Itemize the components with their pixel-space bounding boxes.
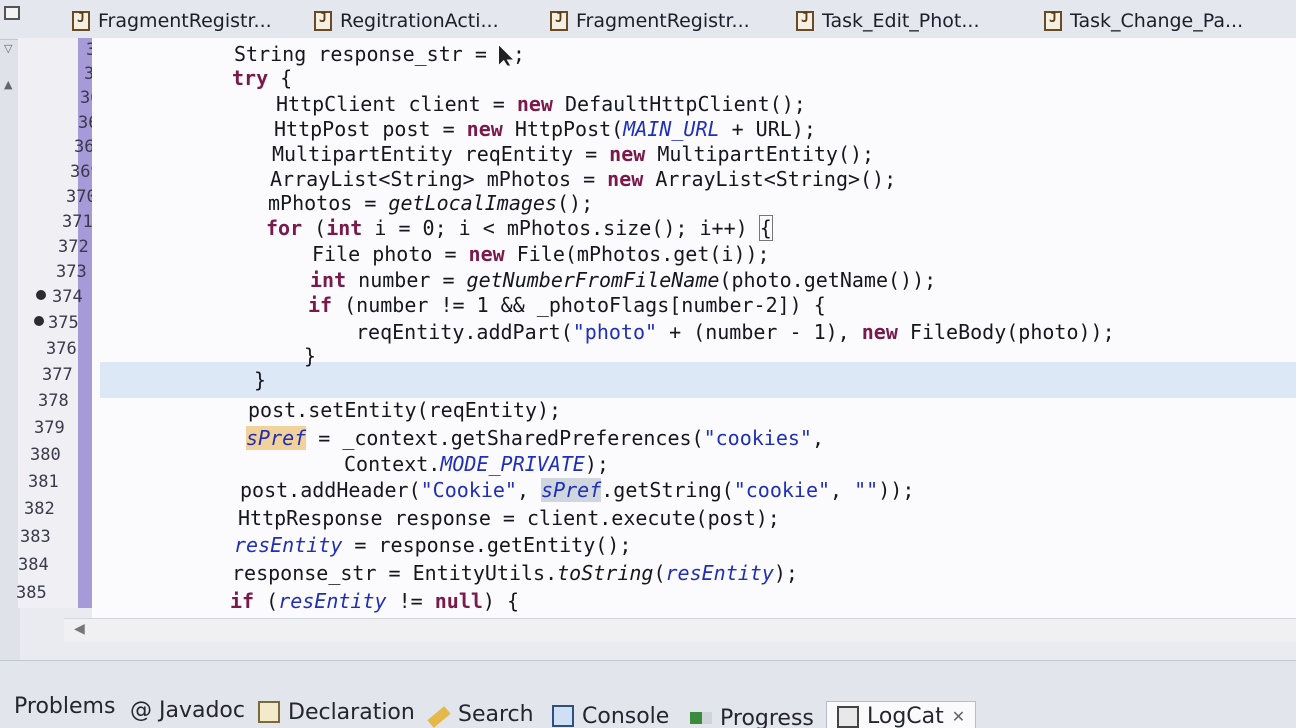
line-number: 374 xyxy=(52,287,83,307)
console-icon xyxy=(552,705,574,727)
line-number: 372 xyxy=(58,237,89,257)
line-number: 376 xyxy=(46,339,77,359)
code-line-368[interactable]: MultipartEntity reqEntity = new Multipar… xyxy=(272,142,874,166)
code-line-371[interactable]: for (int i = 0; i < mPhotos.size(); i++)… xyxy=(266,215,773,241)
code-line-364[interactable]: String response_str = ; xyxy=(234,42,525,66)
tab-task-edit-phot[interactable]: Task_Edit_Phot... xyxy=(796,8,980,34)
line-number: 385 xyxy=(16,583,47,603)
tab-declaration[interactable]: Declaration xyxy=(258,695,415,728)
tab-fragment-registr-1[interactable]: FragmentRegistr... xyxy=(72,8,272,34)
occurrence-highlight: sPref xyxy=(541,478,602,502)
line-number: 379 xyxy=(34,418,65,438)
mouse-cursor-icon xyxy=(498,45,513,66)
line-number: 373 xyxy=(56,262,87,282)
tab-label: Problems xyxy=(14,693,116,719)
restore-icon[interactable] xyxy=(4,6,20,20)
tab-label: Search xyxy=(458,701,534,727)
code-line-373[interactable]: int number = getNumberFromFileName(photo… xyxy=(310,268,936,292)
code-line-375[interactable]: reqEntity.addPart("photo" + (number - 1)… xyxy=(356,320,1115,344)
close-icon[interactable]: ✕ xyxy=(952,707,965,726)
tab-label: Task_Edit_Phot... xyxy=(822,10,980,32)
tab-problems[interactable]: Problems xyxy=(2,689,115,723)
collapse-icon[interactable]: ▽ xyxy=(4,42,12,55)
declaration-icon xyxy=(258,701,280,723)
code-line-385[interactable]: if (resEntity != null) { xyxy=(230,589,519,613)
line-number: 383 xyxy=(20,527,51,547)
line-number: 382 xyxy=(24,499,55,519)
tab-javadoc[interactable]: @ Javadoc xyxy=(130,693,245,727)
bottom-view-tabs: Problems @ Javadoc Declaration Search Co… xyxy=(0,660,1296,728)
line-number: 371 xyxy=(62,212,93,232)
code-line-377[interactable]: } xyxy=(254,368,266,392)
scroll-left-icon[interactable]: ◀ xyxy=(74,621,85,637)
code-line-384[interactable]: response_str = EntityUtils.toString(resE… xyxy=(232,561,798,585)
tab-progress[interactable]: Progress xyxy=(690,701,814,728)
occurrence-highlight: sPref xyxy=(246,426,307,450)
code-line-365[interactable]: try { xyxy=(232,66,292,90)
java-file-icon xyxy=(72,11,90,31)
tab-label: @ Javadoc xyxy=(130,697,245,723)
code-line-383[interactable]: resEntity = response.getEntity(); xyxy=(234,533,631,557)
code-line-370[interactable]: mPhotos = getLocalImages(); xyxy=(268,191,593,215)
current-line-highlight xyxy=(100,362,1296,398)
code-line-380[interactable]: Context.MODE_PRIVATE); xyxy=(344,452,609,476)
breakpoint-icon[interactable] xyxy=(36,290,46,300)
code-line-381[interactable]: post.addHeader("Cookie", sPref.getString… xyxy=(240,478,914,502)
java-file-icon xyxy=(796,11,814,31)
tab-label: RegitrationActi... xyxy=(340,10,499,32)
tab-label: Console xyxy=(582,703,670,728)
editor-tab-bar: FragmentRegistr... RegitrationActi... Fr… xyxy=(0,0,1296,40)
code-line-372[interactable]: File photo = new File(mPhotos.get(i)); xyxy=(312,242,770,266)
line-number: 380 xyxy=(30,445,61,465)
line-number: 377 xyxy=(42,365,73,385)
line-number: 375 xyxy=(48,313,79,333)
code-line-374[interactable]: if (number != 1 && _photoFlags[number-2]… xyxy=(308,293,826,317)
line-number: 378 xyxy=(38,391,69,411)
code-line-369[interactable]: ArrayList<String> mPhotos = new ArrayLis… xyxy=(270,167,896,191)
tab-label: FragmentRegistr... xyxy=(98,10,272,32)
tab-task-change-pa[interactable]: Task_Change_Pa... xyxy=(1044,8,1243,34)
code-line-382[interactable]: HttpResponse response = client.execute(p… xyxy=(238,506,780,530)
tab-logcat[interactable]: LogCat ✕ xyxy=(826,701,977,728)
code-line-366[interactable]: HttpClient client = new DefaultHttpClien… xyxy=(276,92,806,116)
tab-fragment-registr-2[interactable]: FragmentRegistr... xyxy=(550,8,750,34)
horizontal-scrollbar[interactable]: ◀ xyxy=(64,618,1296,642)
tab-label: LogCat xyxy=(867,704,944,728)
java-file-icon xyxy=(1044,11,1062,31)
tab-regitration-acti[interactable]: RegitrationActi... xyxy=(314,8,499,34)
line-number: 384 xyxy=(18,555,49,575)
code-line-379[interactable]: sPref = _context.getSharedPreferences("c… xyxy=(246,426,824,450)
tab-label: Progress xyxy=(720,705,814,728)
search-icon xyxy=(427,706,451,728)
logcat-icon xyxy=(837,705,859,728)
java-file-icon xyxy=(314,11,332,31)
java-file-icon xyxy=(550,11,568,31)
progress-icon xyxy=(690,712,712,724)
tab-search[interactable]: Search xyxy=(427,697,534,728)
line-number: 381 xyxy=(28,472,59,492)
scroll-up-icon[interactable]: ▲ xyxy=(4,78,12,91)
tab-console[interactable]: Console xyxy=(552,699,669,728)
breakpoint-icon[interactable] xyxy=(34,316,44,326)
code-line-378[interactable]: post.setEntity(reqEntity); xyxy=(248,398,561,422)
code-line-367[interactable]: HttpPost post = new HttpPost(MAIN_URL + … xyxy=(274,117,816,141)
tab-label: Task_Change_Pa... xyxy=(1070,10,1244,32)
code-line-376[interactable]: } xyxy=(304,344,316,368)
tab-label: Declaration xyxy=(288,699,415,725)
left-strip: ▽ ▲ xyxy=(0,40,20,660)
tab-label: FragmentRegistr... xyxy=(576,10,750,32)
